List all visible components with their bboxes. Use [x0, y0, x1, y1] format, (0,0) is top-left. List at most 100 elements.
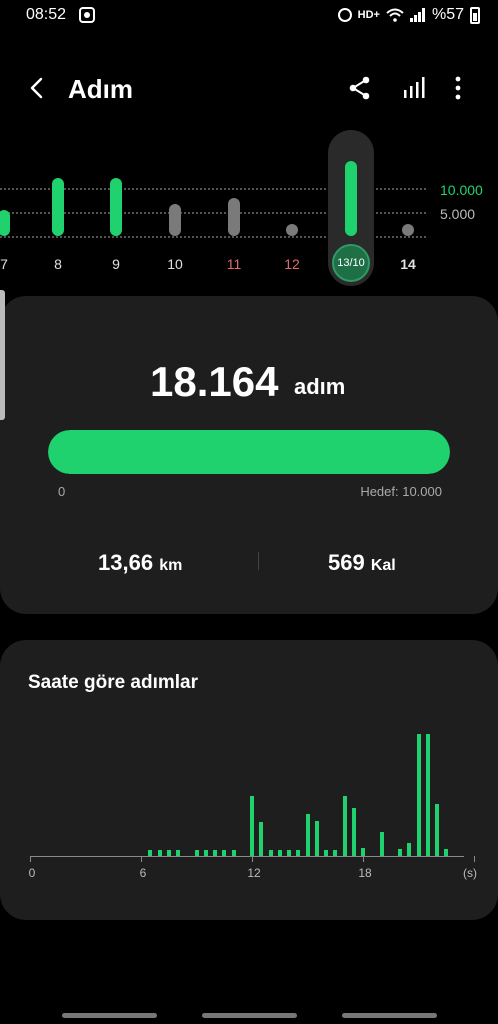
hourly-bar	[148, 850, 153, 856]
day-label: 12	[284, 256, 300, 272]
status-icons: HD+ %57	[337, 6, 480, 24]
day-label: 9	[112, 256, 120, 272]
hourly-bar	[250, 795, 254, 856]
hourly-axis	[30, 856, 464, 857]
hourly-bar	[268, 850, 273, 856]
daily-steps-chart[interactable]: 10.000 5.000 7 8 9 10 11 12 13/10 14	[0, 130, 498, 290]
day-column[interactable]: 10	[152, 130, 198, 290]
hourly-bar	[435, 804, 439, 856]
hourly-axis-label: 18	[358, 866, 372, 880]
day-column[interactable]: 12	[269, 130, 315, 290]
network-label: HD+	[357, 9, 380, 21]
alarm-icon	[337, 8, 352, 22]
day-bar	[110, 178, 122, 236]
hourly-bar	[259, 822, 264, 856]
progress-min-label: 0	[58, 484, 66, 499]
hourly-bar	[176, 850, 180, 856]
hourly-tick	[363, 856, 364, 862]
hourly-axis-label: 6	[139, 866, 147, 880]
hourly-tick	[30, 856, 31, 862]
hourly-bar	[222, 850, 227, 856]
hourly-bar	[296, 850, 301, 856]
day-bar	[52, 178, 64, 236]
steps-progress-bar	[48, 430, 450, 474]
day-bar	[0, 209, 10, 236]
distance-value: 13,66	[98, 550, 154, 575]
day-column[interactable]: 14	[385, 130, 431, 290]
distance-unit: km	[159, 557, 183, 574]
more-icon[interactable]	[444, 74, 472, 102]
hourly-bar	[333, 850, 338, 856]
hourly-tick	[141, 856, 142, 862]
day-label: 10	[167, 256, 183, 272]
hourly-steps-card: Saate göre adımlar 0 6 12 18 (s)	[0, 640, 498, 920]
hourly-bar	[351, 808, 356, 856]
stats-icon[interactable]	[401, 74, 429, 102]
nav-home-button[interactable]	[202, 1013, 297, 1018]
hourly-axis-label: 12	[247, 866, 261, 880]
hourly-axis-label: 0	[28, 866, 36, 880]
nav-back-button[interactable]	[342, 1013, 437, 1018]
hourly-tick	[474, 856, 475, 862]
day-label: 7	[0, 256, 8, 272]
back-icon[interactable]	[24, 74, 52, 102]
hourly-bar	[166, 850, 171, 856]
battery-icon	[470, 6, 480, 24]
hourly-title: Saate göre adımlar	[28, 672, 199, 693]
day-bar	[286, 224, 298, 236]
day-label: 13/10	[332, 244, 370, 282]
calories-metric: 569 Kal	[328, 550, 396, 576]
nav-recent-button[interactable]	[62, 1013, 157, 1018]
day-bar	[169, 204, 181, 236]
day-bar	[228, 198, 240, 236]
hourly-bar	[194, 850, 199, 856]
screenshot-icon	[79, 7, 95, 23]
day-label: 14	[400, 256, 416, 272]
hourly-tick	[252, 856, 253, 862]
day-column[interactable]: 13/10	[328, 130, 374, 290]
battery-percent: %57	[431, 6, 464, 23]
hourly-bar	[287, 850, 291, 856]
goal-label-5000: 5.000	[440, 206, 476, 222]
share-icon[interactable]	[346, 74, 374, 102]
day-column[interactable]: 8	[35, 130, 81, 290]
hourly-axis-unit: (s)	[463, 866, 477, 880]
hourly-bar	[398, 849, 402, 856]
steps-unit: adım	[294, 374, 346, 399]
hourly-bar	[379, 832, 384, 856]
calories-value: 569	[328, 550, 365, 575]
hourly-bar	[324, 850, 328, 856]
progress-goal-label: Hedef: 10.000	[360, 484, 442, 499]
summary-card: 18.164 adım 0 Hedef: 10.000 13,66 km 569…	[0, 296, 498, 614]
hourly-bar	[425, 734, 430, 856]
hourly-bar	[342, 795, 347, 856]
hourly-bar	[213, 850, 217, 856]
steps-progress-fill	[48, 430, 450, 474]
day-label: 11	[226, 256, 242, 272]
edge-panel-handle[interactable]	[0, 290, 5, 420]
hourly-bar	[231, 850, 236, 856]
hourly-bar	[203, 850, 208, 856]
status-bar: 08:52 HD+ %57	[0, 0, 498, 32]
day-bar	[345, 160, 357, 236]
goal-label-10000: 10.000	[440, 182, 483, 198]
status-time: 08:52	[26, 6, 67, 23]
day-label: 8	[54, 256, 62, 272]
day-column[interactable]: 7	[0, 130, 27, 290]
hourly-bar	[314, 821, 319, 856]
day-column[interactable]: 11	[211, 130, 257, 290]
hourly-bar	[416, 734, 421, 856]
app-header: Adım	[0, 60, 498, 116]
page-title: Adım	[68, 74, 133, 104]
hourly-bar	[361, 847, 365, 856]
day-bar	[402, 224, 414, 236]
hourly-bar	[277, 850, 282, 856]
day-column[interactable]: 9	[93, 130, 139, 290]
signal-icon	[409, 8, 426, 22]
wifi-icon	[386, 8, 404, 22]
distance-metric: 13,66 km	[98, 550, 182, 576]
hourly-bar	[157, 850, 162, 856]
hourly-bar	[305, 814, 310, 856]
hourly-bar	[444, 849, 449, 856]
steps-value: 18.164	[150, 358, 279, 405]
